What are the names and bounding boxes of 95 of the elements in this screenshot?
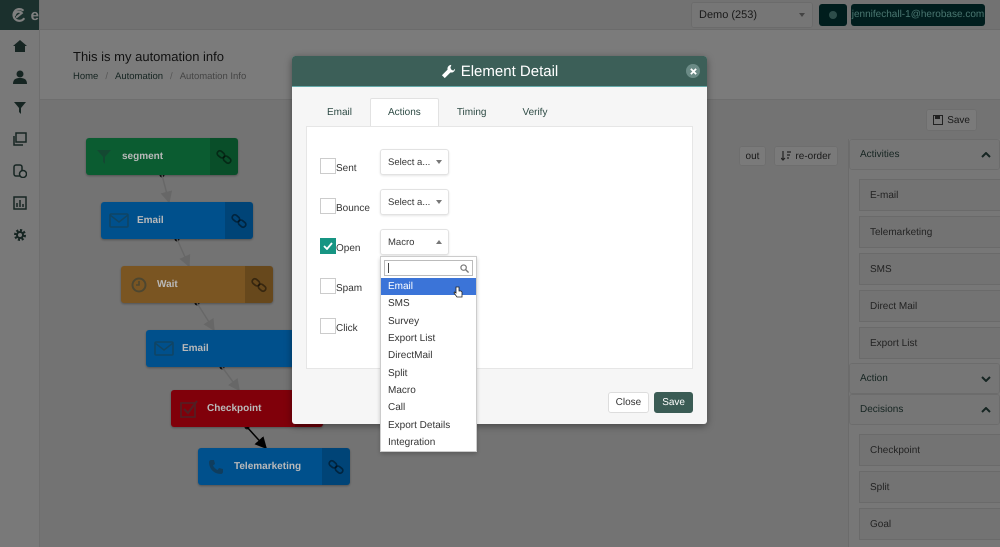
dropdown-option[interactable]: Email bbox=[381, 278, 476, 296]
chevron-up-icon bbox=[981, 152, 991, 158]
help-icon bbox=[829, 10, 837, 18]
checkbox[interactable] bbox=[320, 198, 336, 214]
checkbox[interactable] bbox=[320, 278, 336, 294]
close-button[interactable] bbox=[686, 64, 700, 78]
caret-icon bbox=[436, 240, 442, 244]
toolbar-button[interactable]: out bbox=[738, 146, 766, 166]
dropdown-option[interactable]: Integration bbox=[381, 434, 476, 451]
checkbox[interactable] bbox=[320, 158, 336, 174]
checkbox[interactable] bbox=[320, 318, 336, 334]
select-field[interactable]: Select a... bbox=[380, 189, 449, 215]
save-button[interactable]: Save bbox=[654, 392, 693, 413]
save-button[interactable]: Save bbox=[926, 109, 977, 131]
section-header[interactable]: Decisions bbox=[849, 394, 1000, 425]
flow-node[interactable]: segment bbox=[86, 138, 238, 175]
database-clock-icon[interactable] bbox=[12, 164, 26, 178]
checkbox-icon bbox=[180, 400, 198, 418]
section-header[interactable]: Action bbox=[849, 363, 1000, 394]
node-label: Wait bbox=[157, 279, 179, 290]
flow-node[interactable]: Wait bbox=[121, 266, 273, 303]
palette-item[interactable]: Export List bbox=[859, 327, 1000, 359]
chart-icon[interactable] bbox=[12, 196, 26, 210]
tab[interactable]: Verify bbox=[504, 98, 566, 126]
node-label: Checkpoint bbox=[207, 403, 262, 414]
checkbox-label: Open bbox=[336, 243, 362, 254]
reorder-button[interactable]: re-order bbox=[774, 146, 838, 166]
clock-icon bbox=[131, 276, 147, 292]
tab[interactable]: Actions bbox=[370, 98, 439, 126]
checkbox[interactable] bbox=[320, 238, 336, 254]
palette-item[interactable]: E-mail bbox=[859, 179, 1000, 211]
chat-icon[interactable] bbox=[12, 132, 26, 146]
user-button[interactable]: jennifechall-1@herobase.com bbox=[851, 4, 985, 26]
breadcrumb-item[interactable]: Automation bbox=[114, 71, 164, 82]
breadcrumb-separator: / bbox=[170, 71, 173, 82]
home-icon[interactable] bbox=[12, 40, 26, 52]
dropdown-option[interactable]: Split bbox=[381, 364, 476, 382]
flow-node[interactable]: Telemarketing bbox=[198, 448, 350, 485]
user-icon[interactable] bbox=[12, 70, 26, 84]
link-icon bbox=[251, 276, 267, 292]
checkbox-label: Spam bbox=[336, 283, 364, 294]
envelope-icon bbox=[154, 341, 174, 356]
help-button[interactable] bbox=[819, 4, 847, 26]
filter-icon[interactable] bbox=[14, 102, 26, 114]
dropdown-option[interactable]: Call bbox=[381, 399, 476, 416]
link-icon bbox=[231, 212, 247, 228]
dropdown-option[interactable]: Macro bbox=[381, 382, 476, 400]
check-icon bbox=[323, 242, 333, 250]
envelope-icon bbox=[109, 213, 129, 228]
hand-cursor-icon bbox=[453, 286, 463, 298]
dropdown-option[interactable]: Export Details bbox=[381, 416, 476, 434]
node-label: Telemarketing bbox=[234, 461, 302, 472]
tab[interactable]: Email bbox=[309, 98, 370, 126]
sort-icon bbox=[781, 151, 792, 161]
link-icon bbox=[328, 458, 344, 474]
palette-item[interactable]: Goal bbox=[859, 508, 1000, 540]
section-header[interactable]: Activities bbox=[849, 139, 1000, 170]
caret-icon bbox=[436, 200, 442, 204]
palette-item[interactable]: SMS bbox=[859, 253, 1000, 285]
account-select[interactable]: Demo (253) bbox=[691, 2, 813, 28]
close-icon bbox=[690, 68, 696, 74]
dropdown-option[interactable]: DirectMail bbox=[381, 347, 476, 364]
select-field[interactable]: Macro bbox=[380, 229, 449, 255]
palette-item[interactable]: Checkpoint bbox=[859, 434, 1000, 466]
page-title: This is my automation info bbox=[73, 49, 226, 64]
palette-item[interactable]: Telemarketing bbox=[859, 216, 1000, 248]
wrench-icon bbox=[440, 64, 456, 78]
flow-node[interactable]: Email bbox=[101, 202, 253, 239]
close-button[interactable]: Close bbox=[608, 392, 650, 413]
palette-item[interactable]: Split bbox=[859, 471, 1000, 503]
dropdown-option[interactable]: SMS bbox=[381, 295, 476, 313]
dropdown-option[interactable]: Survey bbox=[381, 312, 476, 330]
checkbox-label: Sent bbox=[336, 163, 358, 174]
node-label: segment bbox=[122, 151, 164, 162]
phone-icon bbox=[208, 458, 224, 474]
checkbox-label: Bounce bbox=[336, 203, 371, 214]
caret-icon bbox=[436, 160, 442, 164]
palette-item[interactable]: Direct Mail bbox=[859, 290, 1000, 322]
checkbox-label: Click bbox=[336, 323, 359, 334]
breadcrumb-separator: / bbox=[105, 71, 108, 82]
logo-text: e bbox=[30, 6, 39, 24]
settings-icon[interactable] bbox=[12, 228, 26, 242]
select-field[interactable]: Select a... bbox=[380, 149, 449, 175]
search-icon bbox=[460, 264, 469, 272]
caret-icon bbox=[799, 12, 805, 16]
chevron-up-icon bbox=[981, 406, 991, 412]
breadcrumb-item[interactable]: Home bbox=[73, 71, 98, 82]
dialog-title: Element Detail bbox=[440, 62, 558, 80]
dropdown-option[interactable]: Export List bbox=[381, 330, 476, 348]
tab[interactable]: Timing bbox=[438, 98, 504, 126]
link-icon bbox=[216, 148, 232, 164]
node-label: Email bbox=[137, 215, 165, 226]
node-label: Email bbox=[182, 343, 210, 354]
chevron-down-icon bbox=[981, 376, 991, 382]
search-field[interactable] bbox=[384, 260, 473, 276]
